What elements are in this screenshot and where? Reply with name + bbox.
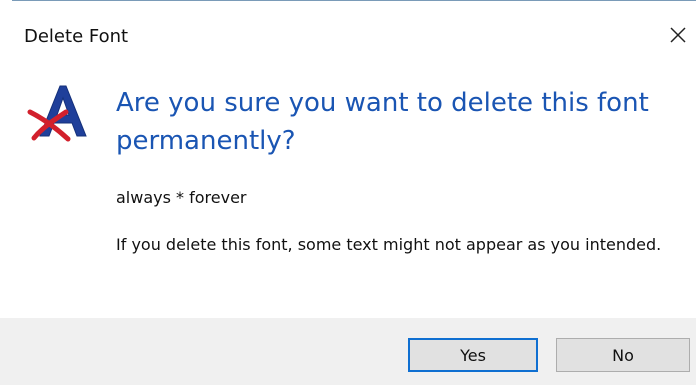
close-button[interactable] [664,20,692,50]
dialog-title: Delete Font [24,26,129,47]
warning-text: If you delete this font, some text might… [116,235,662,254]
no-button[interactable]: No [556,338,690,372]
font-delete-icon [26,82,94,142]
yes-button[interactable]: Yes [408,338,538,372]
confirmation-heading: Are you sure you want to delete this fon… [116,88,649,156]
font-name: always * forever [116,188,247,207]
close-icon [668,25,688,45]
window-top-border [12,0,696,1]
delete-font-dialog: Delete Font Are you sure you want to del… [0,0,696,385]
